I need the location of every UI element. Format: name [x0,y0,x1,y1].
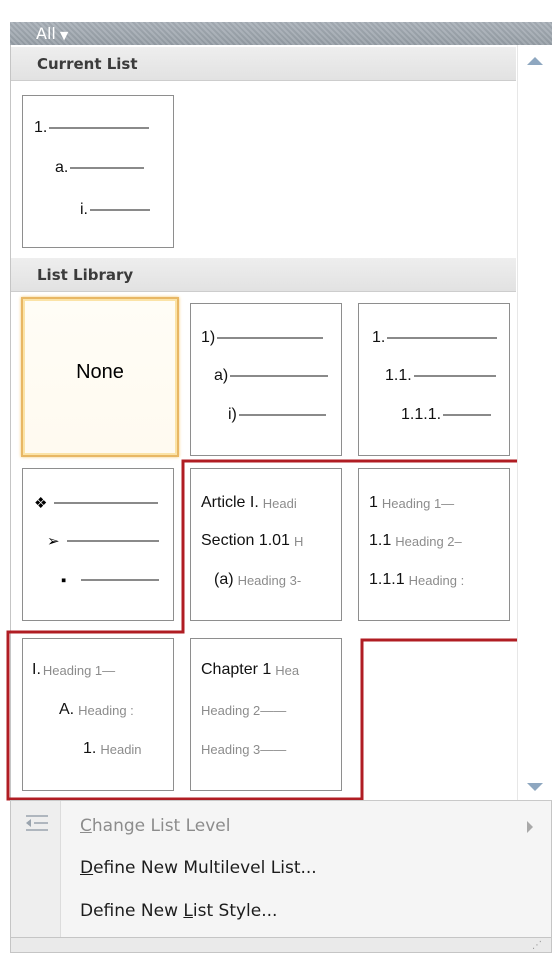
resize-grip-icon[interactable]: ⋰ [532,940,543,951]
change-list-level-item[interactable]: Change List Level [80,808,231,844]
gallery-scrollbar[interactable] [517,45,552,800]
scroll-down-icon[interactable] [527,783,543,791]
define-new-multilevel-list-item[interactable]: Define New Multilevel List... [80,850,317,886]
scroll-up-icon[interactable] [527,57,543,65]
resize-bar [10,937,552,953]
change-level-icon [26,815,48,831]
submenu-arrow-icon [527,821,533,833]
define-new-list-style-item[interactable]: Define New List Style... [80,893,277,929]
